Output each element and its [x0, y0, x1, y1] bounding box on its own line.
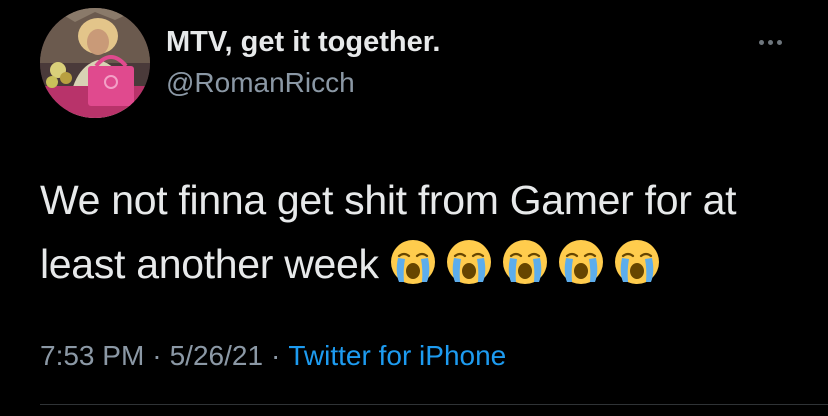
tweet-text-line: We not finna get shit from Gamer for at: [40, 177, 737, 223]
display-name[interactable]: MTV, get it together.: [166, 24, 440, 60]
divider: [40, 404, 828, 405]
tweet-text: We not finna get shit from Gamer for at …: [40, 168, 800, 296]
loudly-crying-face-icon: [390, 240, 435, 284]
more-horizontal-icon: [758, 39, 764, 45]
more-horizontal-icon: [776, 39, 782, 45]
tweet-time[interactable]: 7:53 PM: [40, 340, 144, 371]
avatar[interactable]: [40, 8, 150, 118]
loudly-crying-face-icon: [558, 240, 603, 284]
loudly-crying-face-icon: [614, 240, 659, 284]
tweet-text-fragment: least another week: [40, 241, 379, 287]
more-options-button[interactable]: [750, 30, 790, 54]
meta-separator: ·: [271, 340, 281, 371]
loudly-crying-face-icon: [502, 240, 547, 284]
user-handle[interactable]: @RomanRicch: [166, 66, 355, 100]
avatar-image: [40, 8, 150, 118]
tweet-text-line: least another week: [40, 232, 800, 296]
emoji-group: [389, 238, 661, 286]
loudly-crying-face-icon: [446, 240, 491, 284]
tweet: MTV, get it together. @RomanRicch We not…: [0, 0, 828, 416]
tweet-metadata: 7:53 PM · 5/26/21 · Twitter for iPhone: [40, 338, 506, 374]
tweet-date[interactable]: 5/26/21: [170, 340, 263, 371]
tweet-source-link[interactable]: Twitter for iPhone: [288, 340, 506, 371]
more-horizontal-icon: [767, 39, 773, 45]
meta-separator: ·: [152, 340, 162, 371]
